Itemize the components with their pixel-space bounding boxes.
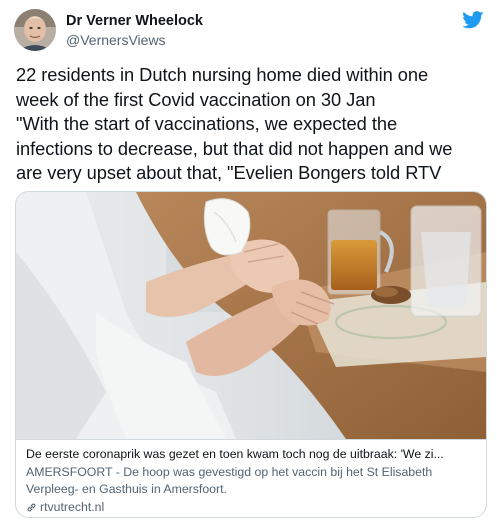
card-meta[interactable]: De eerste coronaprik was gezet en toen k… <box>16 439 486 517</box>
tweet-text-line: week of the first Covid vaccination on 3… <box>16 88 376 110</box>
tweet-text-line: 22 residents in Dutch nursing home died … <box>16 64 429 85</box>
link-card[interactable]: De eerste coronaprik was gezet en toen k… <box>15 191 487 518</box>
card-image[interactable] <box>16 192 486 439</box>
avatar[interactable] <box>14 9 56 51</box>
tweet-embed: Dr Verner Wheelock @VernersViews 22 resi… <box>0 0 497 521</box>
link-icon <box>27 502 36 512</box>
card-domain-label: rtvutrecht.nl <box>40 500 105 514</box>
author-info: Dr Verner Wheelock @VernersViews <box>66 12 203 49</box>
tweet-text-line: infections to decrease, but that did not… <box>16 137 453 159</box>
tweet-text-line: "With the start of vaccinations, we expe… <box>16 113 398 134</box>
avatar-image <box>14 9 56 51</box>
twitter-bird-icon[interactable] <box>462 11 484 29</box>
card-domain[interactable]: rtvutrecht.nl <box>26 499 476 515</box>
tweet-text-line: are very upset about that, "Evelien Bong… <box>16 162 442 183</box>
card-description: AMERSFOORT - De hoop was gevestigd op he… <box>26 465 433 496</box>
tweet-text: 22 residents in Dutch nursing home died … <box>16 63 486 186</box>
author-handle[interactable]: @VernersViews <box>66 31 203 49</box>
author-display-name[interactable]: Dr Verner Wheelock <box>66 12 203 30</box>
elderly-hands-photo <box>16 192 486 439</box>
card-title[interactable]: De eerste coronaprik was gezet en toen k… <box>26 446 476 462</box>
